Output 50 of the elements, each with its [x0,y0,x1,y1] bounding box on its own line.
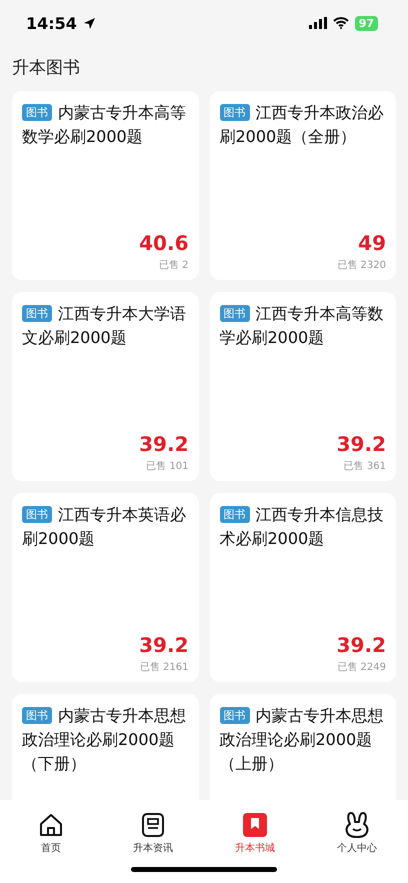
sold-count: 已售 2249 [337,661,386,674]
book-title: 图书 内蒙古专升本高等数学必刷2000题 [22,102,187,148]
book-title: 图书 江西专升本高等数学必刷2000题 [220,303,384,349]
price: 39.2 [336,633,386,657]
book-title: 图书 江西专升本大学语文必刷2000题 [22,303,187,349]
book-title: 图书 内蒙古专升本思想政治理论必刷2000题（下册） [22,705,187,775]
price: 49 [358,231,386,255]
category-tag: 图书 [220,707,250,724]
battery-indicator: 97 [354,16,378,30]
price: 40.6 [139,231,188,255]
category-tag: 图书 [22,104,52,121]
sold-count: 已售 2320 [337,259,386,272]
book-card[interactable]: 图书 内蒙古专升本思想政治理论必刷2000题（下册） [12,694,198,800]
tab-bar-item[interactable]: 首页 [0,800,102,855]
book-card[interactable]: 图书 江西专升本英语必刷2000题 39.2 已售 2161 [12,493,198,682]
bunny-icon [344,812,370,838]
sold-count: 已售 2161 [140,661,188,674]
category-tag: 图书 [220,506,250,523]
price: 39.2 [139,633,188,657]
category-tag: 图书 [22,305,52,322]
book-title: 图书 江西专升本政治必刷2000题（全册） [220,102,384,148]
signal-icon [308,17,327,29]
sold-count: 已售 101 [146,460,188,473]
tab-bar-item[interactable]: 升本资讯 [102,800,204,855]
book-card[interactable]: 图书 内蒙古专升本思想政治理论必刷2000题（上册） [210,694,396,800]
price: 39.2 [139,432,188,456]
tab-bar-item[interactable]: 升本书城 [204,800,306,855]
news-icon [140,812,166,838]
category-tag: 图书 [220,305,250,322]
book-card[interactable]: 图书 内蒙古专升本高等数学必刷2000题 40.6 已售 2 [12,91,198,280]
clock-time: 14:54 [26,14,77,32]
sold-count: 已售 361 [344,460,386,473]
book-card[interactable]: 图书 江西专升本高等数学必刷2000题 39.2 已售 361 [210,292,396,481]
book-title: 图书 江西专升本英语必刷2000题 [22,504,187,550]
book-card[interactable]: 图书 江西专升本政治必刷2000题（全册） 49 已售 2320 [210,91,396,280]
location-arrow-icon [82,16,96,30]
book-title: 图书 江西专升本信息技术必刷2000题 [220,504,384,550]
category-tag: 图书 [22,707,52,724]
book-card[interactable]: 图书 江西专升本大学语文必刷2000题 39.2 已售 101 [12,292,198,481]
wifi-icon [332,17,349,29]
price: 39.2 [336,432,386,456]
sold-count: 已售 2 [158,259,188,272]
category-tag: 图书 [22,506,52,523]
home-icon [38,812,64,838]
tab-bar-item[interactable]: 个人中心 [306,800,408,855]
bookmark-icon [242,812,268,838]
book-card[interactable]: 图书 江西专升本信息技术必刷2000题 39.2 已售 2249 [210,493,396,682]
page-title: 升本图书 [11,57,81,80]
book-title: 图书 内蒙古专升本思想政治理论必刷2000题（上册） [220,705,384,775]
category-tag: 图书 [220,104,250,121]
